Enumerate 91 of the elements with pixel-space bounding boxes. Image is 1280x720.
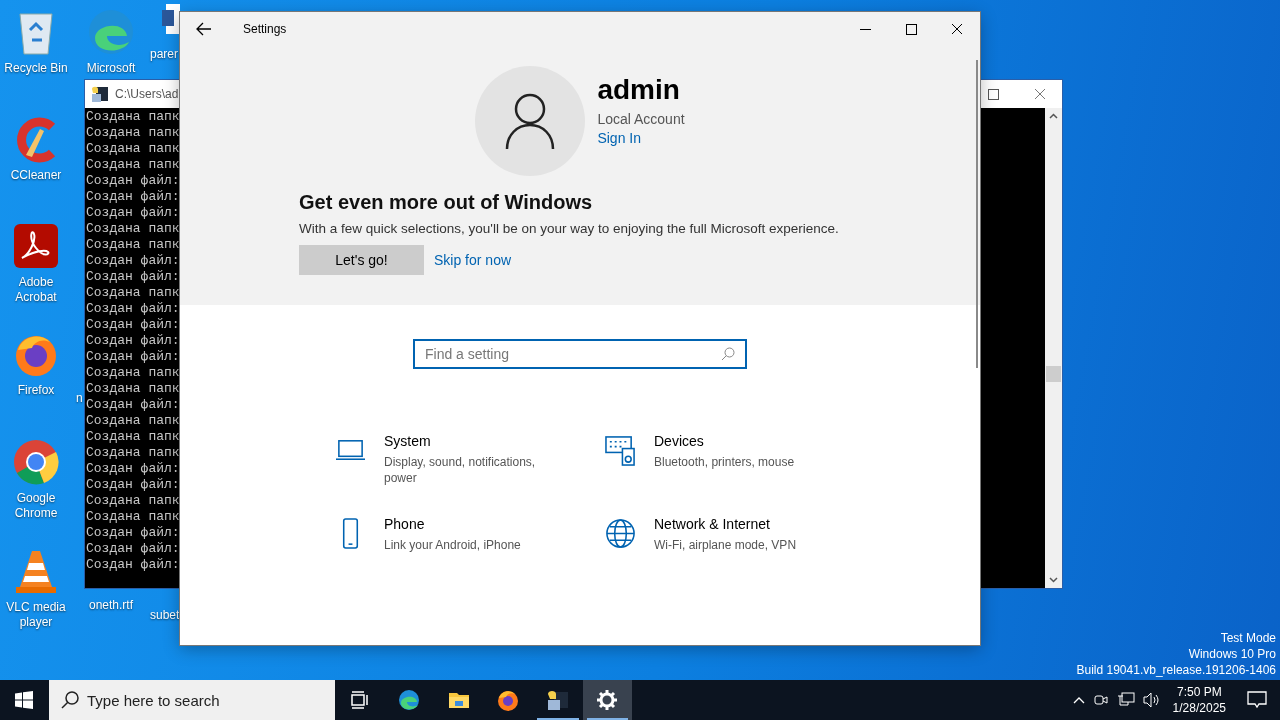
promo-text: With a few quick selections, you'll be on your way to enjoying the full Microsoft experience. (299, 221, 839, 236)
console-line: Создан файл: (86, 525, 180, 541)
category-description: Display, sound, notifications, power (384, 454, 537, 486)
category-title[interactable]: Devices (654, 433, 824, 449)
search-icon (721, 347, 735, 361)
account-name: admin (597, 74, 680, 106)
desktop-icon-label[interactable]: subet (150, 608, 180, 623)
console-line: Создан файл: (86, 269, 180, 285)
desktop-icon-label[interactable]: Microsoft (86, 61, 136, 76)
scrollbar[interactable] (976, 60, 978, 368)
desktop-icon-label[interactable]: Firefox (17, 383, 55, 398)
lets-go-button[interactable]: Let's go! (299, 245, 424, 275)
close-icon (951, 23, 963, 35)
clock[interactable]: 7:50 PM 1/28/2025 (1164, 684, 1234, 716)
console-line: Создана папк (86, 365, 180, 381)
desktop-icon-label[interactable]: Recycle Bin (4, 61, 68, 76)
acrobat-icon (12, 222, 60, 270)
console-line: Создан файл: (86, 253, 180, 269)
window-title: Settings (243, 22, 287, 36)
firefox-app-icon (496, 688, 521, 712)
chevron-down-icon[interactable] (1048, 574, 1059, 585)
console-line: Создан файл: (86, 461, 180, 477)
console-line: Создана папк (86, 429, 180, 445)
desktop-notice-text: Windows 10 Pro (1188, 646, 1276, 662)
console-line: Создана папк (86, 157, 180, 173)
console-line: Создана папк (86, 109, 180, 125)
console-line: Создан файл: (86, 397, 180, 413)
back-arrow-icon (196, 22, 212, 36)
desktop-icon-label[interactable]: parer (150, 47, 178, 62)
search-field[interactable]: Find a setting (413, 339, 747, 369)
notification-icon (1247, 691, 1267, 709)
volume-icon[interactable] (1142, 692, 1161, 708)
console-line: Создан файл: (86, 301, 180, 317)
console-line: Создан файл: (86, 557, 180, 573)
console-line: Создана папк (86, 237, 180, 253)
sign-in-link[interactable]: Sign In (597, 130, 641, 146)
scrollbar[interactable] (1045, 108, 1062, 588)
console-line: Создана папк (86, 141, 180, 157)
desktop-icon-label[interactable]: VLC media player (0, 600, 72, 630)
edge-app-icon (397, 688, 422, 712)
chevron-up-icon[interactable] (1072, 696, 1085, 704)
console-line: Создана папк (86, 125, 180, 141)
desktop-icon-label[interactable]: n (76, 391, 83, 406)
task-view-icon (349, 691, 370, 709)
console-line: Создана папк (86, 285, 180, 301)
console-line: Создана папк (86, 509, 180, 525)
maximize-icon (987, 88, 999, 100)
desktop-icon-label[interactable]: Google Chrome (0, 491, 72, 521)
console-line: Создан файл: (86, 541, 180, 557)
scrollbar-thumb[interactable] (1046, 366, 1061, 382)
desktop-notice-text: Test Mode (1220, 630, 1276, 646)
console-line: Создан файл: (86, 349, 180, 365)
desktop-icon-label[interactable]: Adobe Acrobat (0, 275, 72, 305)
taskbar-search-field[interactable]: Type here to search (49, 680, 335, 720)
edge-icon (87, 8, 135, 56)
desktop-notice-text: Build 19041.vb_release.191206-1406 (1076, 662, 1276, 678)
console-line: Создана папк (86, 381, 180, 397)
console-line: Создан файл: (86, 477, 180, 493)
close-icon (1034, 88, 1046, 100)
desktop-icon-label[interactable]: oneth.rtf (89, 598, 133, 613)
console-line: Создан файл: (86, 205, 180, 221)
settings-app-icon (595, 688, 620, 712)
category-description: Bluetooth, printers, mouse (654, 454, 796, 470)
category-title[interactable]: Network & Internet (654, 516, 824, 532)
category-title[interactable]: System (384, 433, 554, 449)
network-icon[interactable] (1116, 692, 1135, 708)
console-line: Создан файл: (86, 333, 180, 349)
console-line: Создана папк (86, 221, 180, 237)
settings-taskbar-button[interactable] (582, 680, 632, 720)
console-line: Создан файл: (86, 173, 180, 189)
promo-title: Get even more out of Windows (299, 191, 593, 214)
console-line: Создана папк (86, 493, 180, 509)
console-line: Создан файл: (86, 317, 180, 333)
category-description: Wi-Fi, airplane mode, VPN (654, 537, 798, 553)
globe-icon (605, 518, 636, 549)
windows-logo-icon (15, 691, 33, 709)
console-line: Создана папк (86, 413, 180, 429)
desktop-icon-label[interactable]: CCleaner (10, 168, 62, 183)
console-app-icon (91, 85, 109, 103)
camera-icon[interactable] (1092, 692, 1109, 708)
maximize-icon (905, 23, 917, 35)
console-title: C:\Users\ad (115, 87, 179, 101)
category-description: Link your Android, iPhone (384, 537, 522, 553)
category-title[interactable]: Phone (384, 516, 554, 532)
chrome-icon (12, 438, 60, 486)
search-icon (61, 691, 79, 709)
console-line: Создан файл: (86, 189, 180, 205)
python-app-icon (545, 688, 570, 712)
console-line: Создана папк (86, 445, 180, 461)
skip-link[interactable]: Skip for now (434, 252, 512, 268)
account-type: Local Account (597, 111, 685, 127)
